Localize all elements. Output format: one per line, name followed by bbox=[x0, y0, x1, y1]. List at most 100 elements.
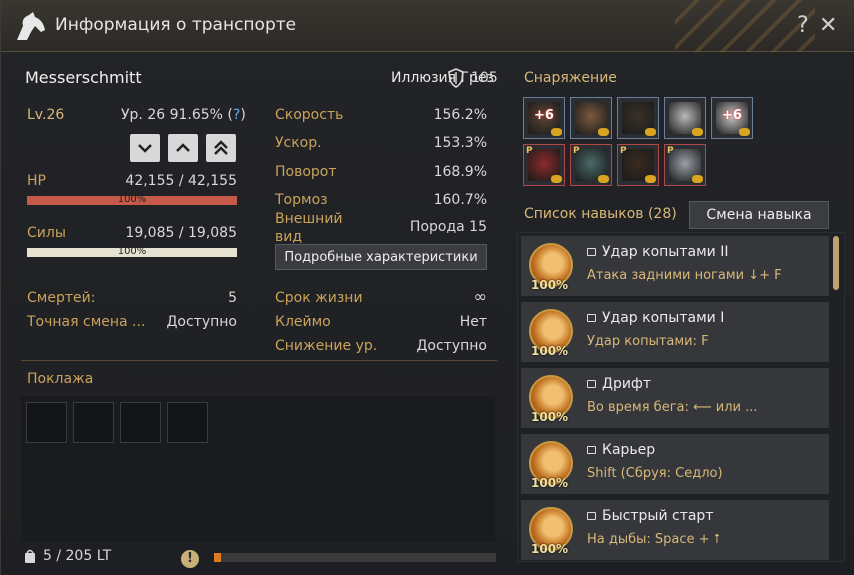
skill-item[interactable]: 100% Карьер Shift (Сбруя: Седло) bbox=[521, 434, 829, 494]
detailed-stats-button[interactable]: Подробные характеристики bbox=[275, 244, 487, 270]
skill-list-scrollbar[interactable] bbox=[833, 236, 839, 290]
illusion-value: 105 bbox=[471, 70, 498, 86]
close-button[interactable]: ✕ bbox=[819, 13, 837, 38]
equipment-title: Снаряжение bbox=[524, 70, 617, 86]
equipment-slot[interactable]: P bbox=[664, 144, 706, 186]
exact-change-label: Точная смена ... bbox=[27, 314, 146, 330]
inventory-slot[interactable] bbox=[120, 402, 161, 443]
stat-value-turn: 168.9% bbox=[433, 164, 487, 180]
weight-bar-fill bbox=[214, 553, 222, 562]
coin-icon bbox=[692, 175, 703, 183]
equipment-slot[interactable]: P bbox=[570, 144, 612, 186]
hp-label: HP bbox=[27, 173, 46, 189]
brand-label: Клеймо bbox=[275, 314, 331, 330]
skill-item[interactable]: 100% Быстрый старт На дыбы: Space + ⭡ bbox=[521, 500, 829, 560]
skill-description: Атака задними ногами ↓+ F bbox=[587, 268, 782, 283]
brand-value: Нет bbox=[459, 314, 487, 330]
inventory-slot[interactable] bbox=[167, 402, 208, 443]
stat-value-speed: 156.2% bbox=[433, 107, 487, 123]
title-decoration bbox=[675, 0, 815, 52]
skill-description: Shift (Сбруя: Седло) bbox=[587, 466, 723, 481]
unlock-icon bbox=[587, 314, 596, 322]
inventory-slot[interactable] bbox=[26, 402, 67, 443]
help-button[interactable]: ? bbox=[797, 13, 809, 38]
skill-item[interactable]: 100% Удар копытами II Атака задними нога… bbox=[521, 236, 829, 296]
equipment-slot[interactable] bbox=[664, 97, 706, 139]
equipment-slot[interactable]: P bbox=[523, 144, 565, 186]
section-divider bbox=[21, 360, 497, 361]
horse-head-icon bbox=[17, 12, 45, 40]
change-skill-button[interactable]: Смена навыка bbox=[689, 201, 829, 229]
skill-name: Удар копытами II bbox=[587, 244, 728, 260]
stamina-label: Силы bbox=[27, 225, 66, 241]
weight-value: 5 / 205 LT bbox=[43, 548, 112, 564]
appearance-label: Внешний вид bbox=[275, 211, 343, 245]
level-reduce-value: Доступно bbox=[416, 338, 487, 354]
hp-value: 42,155 / 42,155 bbox=[125, 173, 237, 189]
weight-bar bbox=[214, 553, 496, 562]
unlock-icon bbox=[587, 446, 596, 454]
level-max-button[interactable] bbox=[206, 134, 236, 162]
deaths-label: Смертей: bbox=[27, 290, 96, 306]
level-progress: Ур. 26 91.65% (?) bbox=[121, 107, 246, 123]
coin-icon bbox=[739, 128, 750, 136]
skill-name-text: Удар копытами I bbox=[602, 310, 725, 326]
skill-name-text: Дрифт bbox=[602, 376, 652, 392]
equipment-slot[interactable]: +6 bbox=[711, 97, 753, 139]
warning-icon[interactable]: ! bbox=[181, 550, 199, 568]
appearance-value: Порода 15 bbox=[409, 219, 487, 235]
equipment-slot[interactable] bbox=[570, 97, 612, 139]
level-down-button[interactable] bbox=[130, 134, 160, 162]
coin-icon bbox=[645, 175, 656, 183]
skill-name: Удар копытами I bbox=[587, 310, 724, 326]
skill-item[interactable]: 100% Удар копытами I Удар копытами: F bbox=[521, 302, 829, 362]
skill-percent: 100% bbox=[531, 542, 569, 556]
skills-title: Список навыков (28) bbox=[524, 206, 677, 222]
skill-name-text: Быстрый старт bbox=[602, 508, 714, 524]
stat-label-turn: Поворот bbox=[275, 164, 337, 180]
chevron-up-icon bbox=[176, 143, 190, 152]
stamina-bar: 100% bbox=[27, 246, 237, 257]
skill-item[interactable]: 100% Дрифт Во время бега: ⟵ или ... bbox=[521, 368, 829, 428]
skill-percent: 100% bbox=[531, 410, 569, 424]
stat-value-accel: 153.3% bbox=[433, 135, 487, 151]
skill-name-text: Карьер bbox=[602, 442, 656, 458]
title-bar[interactable]: Информация о транспорте ? ✕ bbox=[1, 0, 854, 52]
premium-tag: P bbox=[667, 146, 674, 156]
stat-label-speed: Скорость bbox=[275, 107, 344, 123]
enhance-level: +6 bbox=[534, 108, 554, 123]
level-text-close: ) bbox=[240, 107, 246, 123]
level-up-button[interactable] bbox=[168, 134, 198, 162]
equipment-slot[interactable]: P bbox=[617, 144, 659, 186]
level-reduce-label: Снижение ур. bbox=[275, 338, 378, 354]
double-chevron-up-icon bbox=[214, 140, 228, 155]
hp-bar-text: 100% bbox=[117, 194, 147, 205]
equipment-slot[interactable]: +6 bbox=[523, 97, 565, 139]
window-title: Информация о транспорте bbox=[55, 15, 297, 35]
coin-icon bbox=[598, 128, 609, 136]
premium-tag: P bbox=[573, 146, 580, 156]
shield-icon bbox=[448, 68, 464, 88]
skill-description: Удар копытами: F bbox=[587, 334, 709, 349]
equipment-slot[interactable] bbox=[617, 97, 659, 139]
unlock-icon bbox=[587, 380, 596, 388]
lifespan-label: Срок жизни bbox=[275, 290, 363, 306]
horse-info-window: Информация о транспорте ? ✕ Messerschmit… bbox=[0, 0, 854, 575]
inventory-slot[interactable] bbox=[73, 402, 114, 443]
stat-value-brake: 160.7% bbox=[433, 192, 487, 208]
coin-icon bbox=[692, 128, 703, 136]
enhance-level: +6 bbox=[722, 108, 742, 123]
deaths-value: 5 bbox=[228, 290, 237, 306]
coin-icon bbox=[551, 175, 562, 183]
skill-percent: 100% bbox=[531, 476, 569, 490]
skill-description: Во время бега: ⟵ или ... bbox=[587, 400, 758, 415]
level-label: Lv.26 bbox=[27, 107, 65, 123]
stat-label-brake: Тормоз bbox=[275, 192, 328, 208]
level-text: Ур. 26 91.65% ( bbox=[121, 107, 233, 123]
premium-tag: P bbox=[526, 146, 533, 156]
skill-percent: 100% bbox=[531, 278, 569, 292]
stamina-value: 19,085 / 19,085 bbox=[125, 225, 237, 241]
skill-name: Быстрый старт bbox=[587, 508, 713, 524]
horse-name: Messerschmitt bbox=[25, 68, 142, 87]
unlock-icon bbox=[587, 512, 596, 520]
